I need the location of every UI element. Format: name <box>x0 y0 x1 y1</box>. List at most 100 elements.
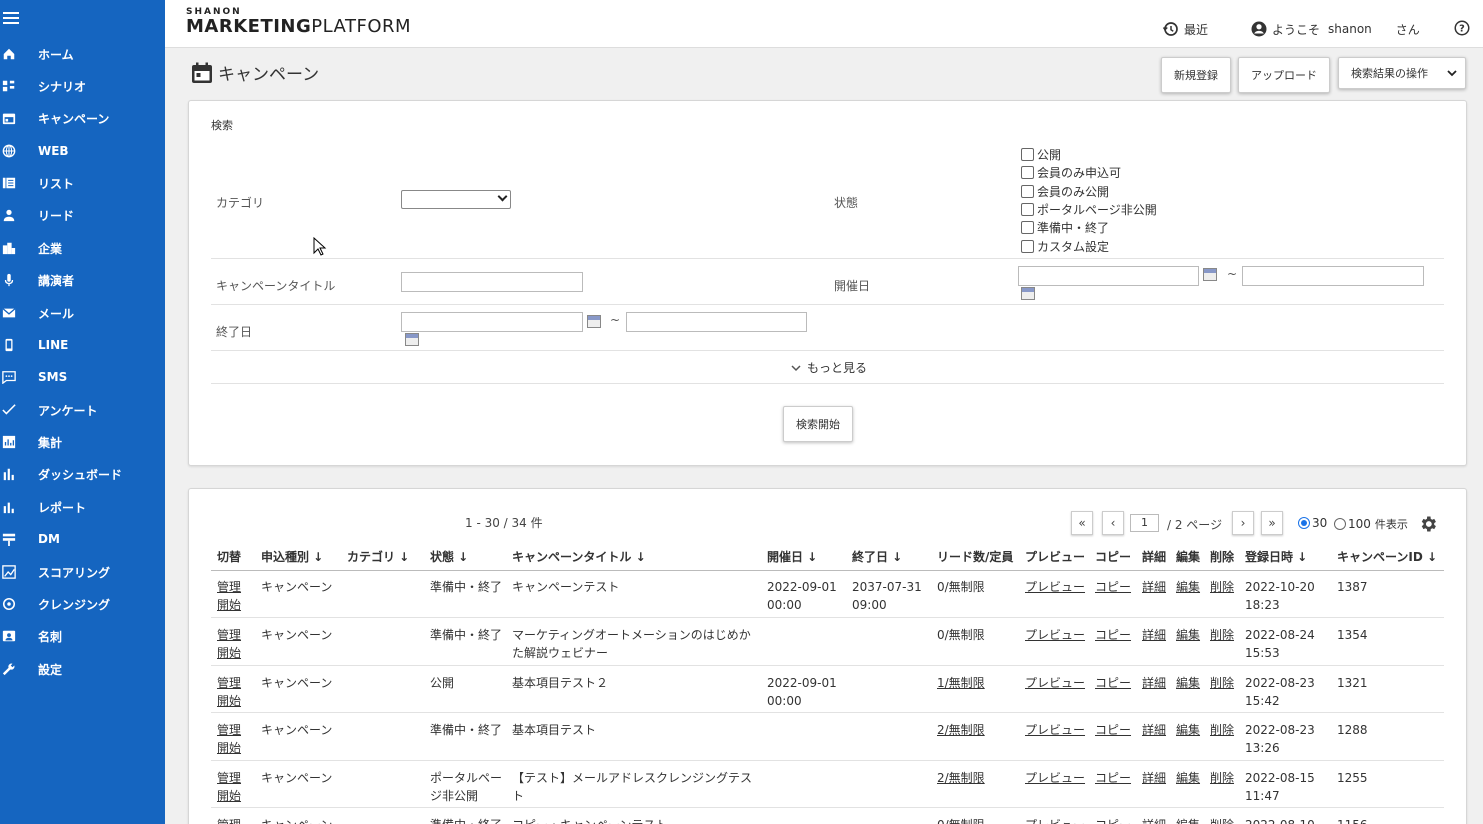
switch-link[interactable]: 管理 <box>217 816 241 824</box>
sidebar-item-4[interactable]: リスト <box>0 171 165 195</box>
sidebar-item-10[interactable]: SMS <box>0 365 165 389</box>
switch-link[interactable]: 開始 <box>217 644 241 662</box>
checkbox[interactable] <box>1021 184 1034 198</box>
copy-link[interactable]: コピー <box>1095 626 1131 644</box>
per-page-30-option[interactable]: 30 <box>1298 516 1327 530</box>
checkbox[interactable] <box>1021 239 1034 253</box>
last-page-button[interactable]: » <box>1261 511 1283 535</box>
app-logo[interactable]: SHANON MARKETINGPLATFORM <box>186 7 411 37</box>
copy-link[interactable]: コピー <box>1095 721 1131 739</box>
edit-link[interactable]: 編集 <box>1176 578 1200 596</box>
copy-link[interactable]: コピー <box>1095 816 1131 824</box>
switch-link[interactable]: 管理 <box>217 578 241 596</box>
calendar-picker-icon[interactable] <box>1203 268 1217 281</box>
sidebar-item-8[interactable]: メール <box>0 301 165 325</box>
sidebar-item-3[interactable]: WEB <box>0 139 165 163</box>
switch-link[interactable]: 開始 <box>217 596 241 614</box>
detail-link[interactable]: 詳細 <box>1142 578 1166 596</box>
start-date-from-input[interactable] <box>1018 266 1199 286</box>
edit-link[interactable]: 編集 <box>1176 816 1200 824</box>
detail-link[interactable]: 詳細 <box>1142 674 1166 692</box>
search-submit-button[interactable]: 検索開始 <box>783 406 853 442</box>
gear-icon[interactable] <box>1418 514 1438 534</box>
column-header[interactable]: カテゴリ ↓ <box>347 548 409 565</box>
calendar-picker-icon[interactable] <box>1021 287 1035 300</box>
calendar-picker-icon[interactable] <box>405 333 419 346</box>
column-header[interactable]: 申込種別 ↓ <box>261 548 323 565</box>
radio-selected[interactable] <box>1298 517 1310 529</box>
sidebar-item-9[interactable]: LINE <box>0 333 165 357</box>
upload-button[interactable]: アップロード <box>1238 57 1330 93</box>
column-header[interactable]: 登録日時 ↓ <box>1245 548 1307 565</box>
column-header[interactable]: 状態 ↓ <box>430 548 468 565</box>
sidebar-item-5[interactable]: リード <box>0 203 165 227</box>
switch-link[interactable]: 管理 <box>217 674 241 692</box>
status-option-2[interactable]: 会員のみ公開 <box>1021 183 1109 200</box>
column-header[interactable]: キャンペーンタイトル ↓ <box>512 548 646 565</box>
delete-link[interactable]: 削除 <box>1210 816 1234 824</box>
new-register-button[interactable]: 新規登録 <box>1161 57 1231 93</box>
sidebar-item-6[interactable]: 企業 <box>0 236 165 260</box>
campaign-title-input[interactable] <box>401 272 583 292</box>
delete-link[interactable]: 削除 <box>1210 721 1234 739</box>
sidebar-item-14[interactable]: レポート <box>0 495 165 519</box>
copy-link[interactable]: コピー <box>1095 769 1131 787</box>
per-page-100-option[interactable]: 100 件表示 <box>1334 516 1408 532</box>
end-date-to-input[interactable] <box>626 312 807 332</box>
first-page-button[interactable]: « <box>1071 511 1093 535</box>
delete-link[interactable]: 削除 <box>1210 674 1234 692</box>
edit-link[interactable]: 編集 <box>1176 721 1200 739</box>
bulk-action-select[interactable]: 検索結果の操作 <box>1338 57 1466 89</box>
switch-link[interactable]: 管理 <box>217 769 241 787</box>
sidebar-item-2[interactable]: キャンペーン <box>0 106 165 130</box>
sidebar-item-15[interactable]: DM <box>0 527 165 551</box>
status-option-3[interactable]: ポータルページ非公開 <box>1021 201 1157 218</box>
recent-link[interactable]: 最近 <box>1162 20 1208 38</box>
edit-link[interactable]: 編集 <box>1176 626 1200 644</box>
next-page-button[interactable]: › <box>1232 511 1254 535</box>
leads-cell[interactable]: 2/無制限 <box>937 769 985 787</box>
category-select[interactable] <box>401 190 511 209</box>
status-option-1[interactable]: 会員のみ申込可 <box>1021 164 1121 181</box>
delete-link[interactable]: 削除 <box>1210 578 1234 596</box>
edit-link[interactable]: 編集 <box>1176 769 1200 787</box>
preview-link[interactable]: プレビュー <box>1025 721 1085 739</box>
status-option-0[interactable]: 公開 <box>1021 146 1061 163</box>
preview-link[interactable]: プレビュー <box>1025 626 1085 644</box>
checkbox[interactable] <box>1021 202 1034 216</box>
page-number-input[interactable]: 1 <box>1130 514 1159 532</box>
status-option-5[interactable]: カスタム設定 <box>1021 238 1109 255</box>
detail-link[interactable]: 詳細 <box>1142 816 1166 824</box>
column-header[interactable]: 終了日 ↓ <box>852 548 902 565</box>
leads-cell[interactable]: 1/無制限 <box>937 674 985 692</box>
preview-link[interactable]: プレビュー <box>1025 578 1085 596</box>
checkbox[interactable] <box>1021 221 1034 235</box>
calendar-picker-icon[interactable] <box>587 315 601 328</box>
preview-link[interactable]: プレビュー <box>1025 769 1085 787</box>
detail-link[interactable]: 詳細 <box>1142 769 1166 787</box>
sidebar-item-13[interactable]: ダッシュボード <box>0 462 165 486</box>
switch-link[interactable]: 開始 <box>217 739 241 757</box>
copy-link[interactable]: コピー <box>1095 674 1131 692</box>
status-option-4[interactable]: 準備中・終了 <box>1021 219 1109 236</box>
radio-unselected[interactable] <box>1334 518 1346 530</box>
sidebar-item-1[interactable]: シナリオ <box>0 74 165 98</box>
switch-link[interactable]: 開始 <box>217 692 241 710</box>
hamburger-menu-icon[interactable] <box>3 12 19 26</box>
sidebar-item-0[interactable]: ホーム <box>0 42 165 66</box>
sidebar-item-7[interactable]: 講演者 <box>0 268 165 292</box>
checkbox[interactable] <box>1021 148 1034 161</box>
sidebar-item-16[interactable]: スコアリング <box>0 560 165 584</box>
column-header[interactable]: キャンペーンID ↓ <box>1337 548 1437 565</box>
switch-link[interactable]: 管理 <box>217 626 241 644</box>
more-toggle[interactable]: もっと見る <box>790 359 867 376</box>
preview-link[interactable]: プレビュー <box>1025 674 1085 692</box>
switch-link[interactable]: 管理 <box>217 721 241 739</box>
help-button[interactable]: ? <box>1453 19 1475 37</box>
copy-link[interactable]: コピー <box>1095 578 1131 596</box>
sidebar-item-11[interactable]: アンケート <box>0 398 165 422</box>
edit-link[interactable]: 編集 <box>1176 674 1200 692</box>
checkbox[interactable] <box>1021 166 1034 180</box>
preview-link[interactable]: プレビュー <box>1025 816 1085 824</box>
user-menu[interactable]: ようこそ shanon さん <box>1250 20 1420 38</box>
